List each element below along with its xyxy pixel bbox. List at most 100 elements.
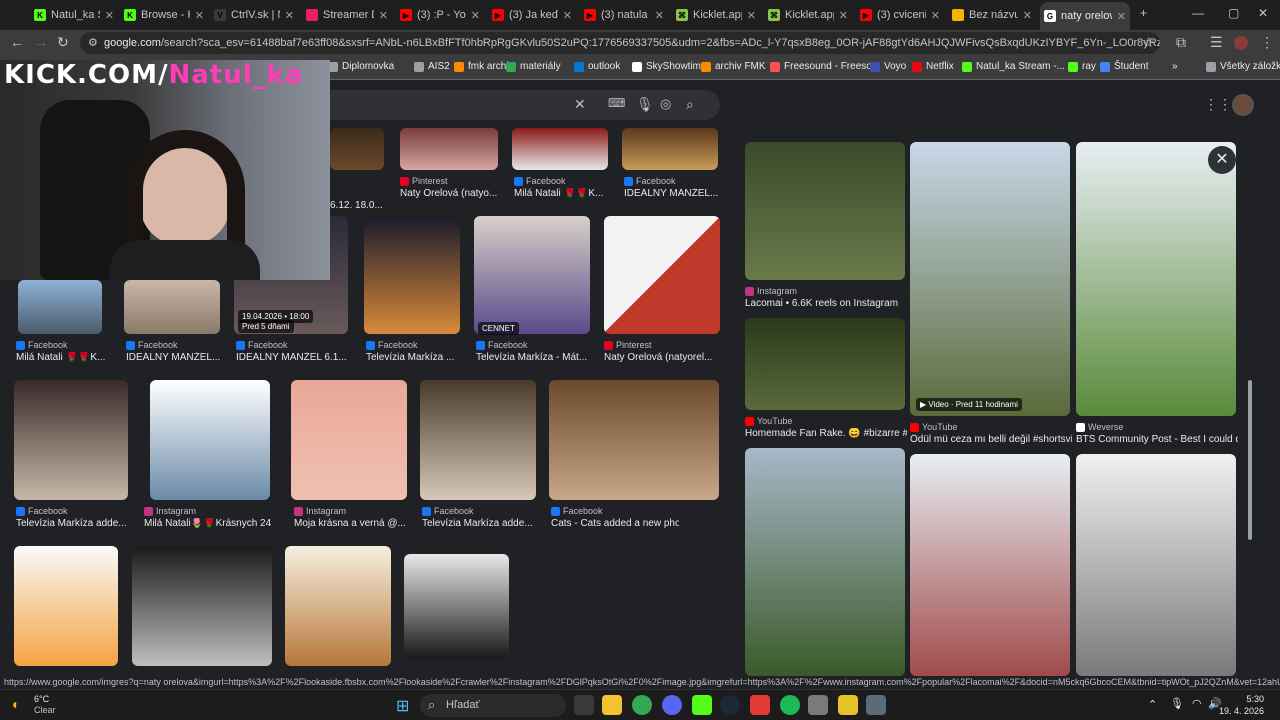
result-source[interactable]: Facebook [476, 340, 528, 350]
tab-close-icon[interactable]: ✕ [747, 9, 756, 22]
result-thumbnail[interactable] [124, 280, 220, 334]
result-source[interactable]: Facebook [236, 340, 288, 350]
preview-title[interactable]: Lacomai • 6.6K reels on Instagram [745, 298, 898, 309]
bookmark-item[interactable]: Netflix [912, 61, 954, 72]
bookmark-star-icon[interactable]: ☆ [1142, 34, 1155, 51]
result-source[interactable]: Facebook [551, 506, 603, 516]
result-title[interactable]: Moja krásna a verná @... [294, 518, 406, 529]
settings-icon[interactable] [866, 695, 886, 715]
tab-close-icon[interactable]: ✕ [839, 9, 848, 22]
browser-tab[interactable]: ⌘ Kicklet.app ✕ [672, 4, 760, 26]
site-info-icon[interactable]: ⚙ [88, 36, 98, 49]
result-title[interactable]: IDEÁLNY MANŽEL 6.1... [236, 352, 347, 363]
result-source[interactable]: Facebook [366, 340, 418, 350]
result-title[interactable]: Televízia Markíza adde... [422, 518, 533, 529]
tab-close-icon[interactable]: ✕ [379, 9, 388, 22]
maximize-button[interactable]: ▢ [1228, 6, 1239, 20]
result-thumbnail[interactable] [404, 554, 509, 658]
voice-search-icon[interactable]: 🎙 [636, 96, 654, 113]
minimize-button[interactable]: — [1192, 6, 1204, 20]
weather-desc[interactable]: Clear [34, 705, 56, 715]
preview-source[interactable]: YouTube [910, 422, 957, 432]
close-preview-button[interactable]: ✕ [1208, 146, 1236, 174]
tab-close-icon[interactable]: ✕ [285, 9, 294, 22]
address-bar[interactable]: ⚙ google.com/search?sca_esv=61488baf7e63… [80, 32, 1160, 54]
result-title[interactable]: Televízia Markíza - Mát... [476, 352, 587, 363]
browser-tab[interactable]: ▶ (3) natula ul ✕ [580, 4, 668, 26]
tab-close-icon[interactable]: ✕ [655, 9, 664, 22]
result-title[interactable]: Milá Natali 🌹🌹K... [16, 352, 105, 363]
result-thumbnail[interactable] [512, 128, 608, 170]
result-title[interactable]: Naty Orelová (natyorel... [604, 352, 712, 363]
spotify-icon[interactable] [780, 695, 800, 715]
result-title[interactable]: Milá Natali🌷🌹Krásnych 24... [144, 518, 272, 529]
result-thumbnail[interactable] [150, 380, 270, 500]
tray-overflow-icon[interactable]: ⌃ [1148, 698, 1157, 711]
bookmark-item[interactable]: Voyo [870, 61, 906, 72]
result-thumbnail[interactable] [14, 380, 128, 500]
browser-tab[interactable]: V CtrlV.sk | Na ✕ [210, 4, 298, 26]
tab-close-icon[interactable]: ✕ [563, 9, 572, 22]
file-explorer-icon[interactable] [602, 695, 622, 715]
result-source[interactable]: Pinterest [604, 340, 652, 350]
result-thumbnail[interactable] [622, 128, 718, 170]
result-source[interactable]: Facebook [126, 340, 178, 350]
forward-icon[interactable]: → [34, 34, 48, 50]
result-thumbnail[interactable] [364, 216, 460, 334]
bookmark-item[interactable]: Natul_ka Stream -... [962, 61, 1065, 72]
result-title[interactable]: Televízia Markíza adde... [16, 518, 127, 529]
bookmark-item[interactable]: outlook [574, 61, 620, 72]
keyboard-icon[interactable]: ⌨ [608, 96, 625, 110]
close-window-button[interactable]: ✕ [1258, 6, 1268, 20]
result-title[interactable]: 6.12. 18.0... [330, 200, 383, 211]
search-icon[interactable]: ⌕ [686, 96, 694, 113]
tab-close-icon[interactable]: ✕ [195, 9, 204, 22]
bookmark-item[interactable]: SkyShowtime [632, 61, 707, 72]
preview-related-thumbnail[interactable] [745, 318, 905, 410]
result-thumbnail[interactable] [291, 380, 407, 500]
tab-close-icon[interactable]: ✕ [471, 9, 480, 22]
lens-icon[interactable]: ◎ [660, 96, 671, 112]
result-thumbnail[interactable] [549, 380, 719, 500]
result-source[interactable]: Facebook [16, 340, 68, 350]
browser-tab[interactable]: ⌘ Kicklet.app ✕ [764, 4, 852, 26]
tab-close-icon[interactable]: ✕ [1117, 10, 1126, 23]
preview-related-thumbnail[interactable] [1076, 454, 1236, 676]
result-source[interactable]: Pinterest [400, 176, 448, 186]
result-thumbnail[interactable] [474, 216, 590, 334]
preview-source[interactable]: YouTube [745, 416, 792, 426]
result-thumbnail[interactable] [420, 380, 536, 500]
preview-source[interactable]: Weverse [1076, 422, 1123, 432]
result-thumbnail[interactable] [330, 128, 384, 170]
menu-icon[interactable]: ⋮ [1260, 34, 1274, 51]
browser-tab[interactable]: Streamer Da ✕ [302, 4, 392, 26]
taskbar-search[interactable]: ⌕ Hľadať [420, 694, 566, 717]
account-avatar[interactable] [1232, 94, 1254, 116]
bookmark-item[interactable]: archiv FMK [701, 61, 766, 72]
preview-title[interactable]: Homemade Fan Rake. 😄 #bizarre #vir... [745, 428, 907, 439]
streaming-app-icon[interactable] [750, 695, 770, 715]
app-icon-2[interactable] [838, 695, 858, 715]
tab-close-icon[interactable]: ✕ [1023, 9, 1032, 22]
bookmark-item[interactable]: AIS2 [414, 61, 450, 72]
app-icon-1[interactable] [808, 695, 828, 715]
bookmark-item[interactable]: Študent [1100, 61, 1148, 72]
clock-date[interactable]: 19. 4. 2026 [1216, 706, 1264, 716]
result-thumbnail[interactable] [400, 128, 498, 170]
result-source[interactable]: Instagram [144, 506, 196, 516]
browser-tab[interactable]: ▶ (3) :P - YouT ✕ [396, 4, 484, 26]
preview-related-thumbnail[interactable] [745, 142, 905, 280]
preview-related-thumbnail[interactable] [1076, 142, 1236, 416]
result-title[interactable]: Milá Natali 🌹🌹K... [514, 188, 603, 199]
chrome-icon[interactable] [632, 695, 652, 715]
wifi-icon[interactable]: ◠ [1192, 697, 1202, 710]
bookmark-item[interactable]: fmk archiv [454, 61, 514, 72]
result-source[interactable]: Facebook [624, 176, 676, 186]
result-title[interactable]: IDEÁLNY MANŽEL... [126, 352, 220, 363]
search-input[interactable]: ✕ ⌨ 🎙 ◎ ⌕ [310, 90, 720, 120]
new-tab-button[interactable]: + [1140, 6, 1147, 20]
result-source[interactable]: Facebook [16, 506, 68, 516]
bookmark-item[interactable]: Freesound - Freeso... [770, 61, 880, 72]
result-thumbnail[interactable] [18, 280, 102, 334]
result-title[interactable]: Cats - Cats added a new photo. [551, 518, 679, 529]
